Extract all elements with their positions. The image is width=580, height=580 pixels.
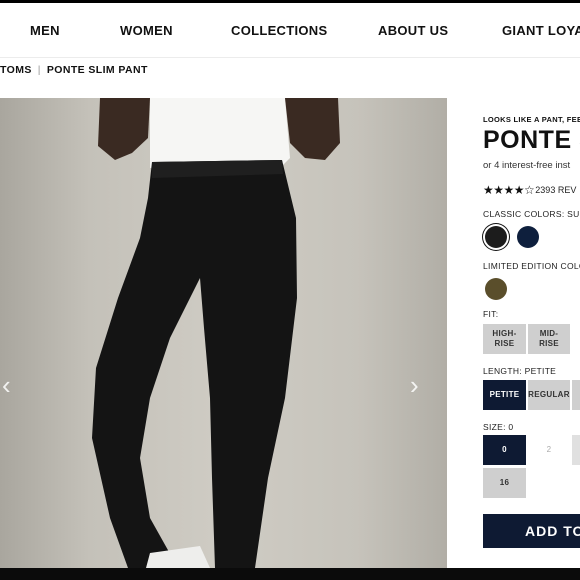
breadcrumb-current: PONTE SLIM PANT bbox=[46, 64, 148, 76]
length-regular-button[interactable]: REGULAR bbox=[528, 380, 570, 410]
nav-women[interactable]: WOMEN bbox=[120, 23, 173, 38]
installments-text: or 4 interest-free inst bbox=[483, 160, 571, 171]
fit-high-rise-button[interactable]: HIGH- RISE bbox=[483, 324, 526, 354]
length-label: LENGTH: PETITE bbox=[483, 366, 557, 376]
limited-colors-label: LIMITED EDITION COLOR bbox=[483, 261, 580, 271]
model-illustration bbox=[92, 98, 340, 568]
classic-colors-label: CLASSIC COLORS: SUPER bbox=[483, 209, 580, 219]
gallery-prev-arrow[interactable]: ‹ bbox=[2, 372, 11, 398]
main-nav: MEN WOMEN COLLECTIONS ABOUT US GIANT LOY… bbox=[0, 3, 580, 58]
rating[interactable]: ★★★★☆ 2393 REV bbox=[483, 183, 576, 197]
breadcrumb: TOMS | PONTE SLIM PANT bbox=[0, 62, 148, 78]
size-label: SIZE: 0 bbox=[483, 422, 514, 432]
fit-high-rise-text: HIGH- RISE bbox=[492, 329, 517, 348]
length-more-button[interactable] bbox=[572, 380, 580, 410]
size-16-button[interactable]: 16 bbox=[483, 468, 526, 498]
product-title: PONTE SL bbox=[483, 126, 580, 154]
nav-giant-loyalty[interactable]: GIANT LOYALTY bbox=[502, 23, 580, 38]
nav-men[interactable]: MEN bbox=[30, 23, 60, 38]
breadcrumb-separator: | bbox=[37, 64, 41, 76]
swatch-black[interactable] bbox=[485, 226, 507, 248]
size-2-button[interactable]: 2 bbox=[528, 435, 570, 465]
breadcrumb-parent[interactable]: TOMS bbox=[0, 64, 32, 76]
star-rating-icon: ★★★★☆ bbox=[483, 183, 535, 197]
fit-label: FIT: bbox=[483, 309, 499, 319]
product-image bbox=[0, 98, 447, 568]
size-more-button[interactable] bbox=[572, 435, 580, 465]
add-to-bag-button[interactable]: ADD TO bbox=[483, 514, 580, 548]
fit-mid-rise-button[interactable]: MID- RISE bbox=[528, 324, 570, 354]
length-petite-button[interactable]: PETITE bbox=[483, 380, 526, 410]
product-panel: LOOKS LIKE A PANT, FEELS PONTE SL or 4 i… bbox=[483, 98, 580, 568]
nav-collections[interactable]: COLLECTIONS bbox=[231, 23, 327, 38]
bottom-border bbox=[0, 568, 580, 580]
swatch-olive[interactable] bbox=[485, 278, 507, 300]
product-tagline: LOOKS LIKE A PANT, FEELS bbox=[483, 115, 580, 124]
review-count[interactable]: 2393 REV bbox=[535, 185, 576, 195]
nav-about-us[interactable]: ABOUT US bbox=[378, 23, 448, 38]
gallery-next-arrow[interactable]: › bbox=[410, 372, 419, 398]
swatch-navy[interactable] bbox=[517, 226, 539, 248]
page: MEN WOMEN COLLECTIONS ABOUT US GIANT LOY… bbox=[0, 0, 580, 568]
size-0-button[interactable]: 0 bbox=[483, 435, 526, 465]
fit-mid-rise-text: MID- RISE bbox=[539, 329, 559, 348]
